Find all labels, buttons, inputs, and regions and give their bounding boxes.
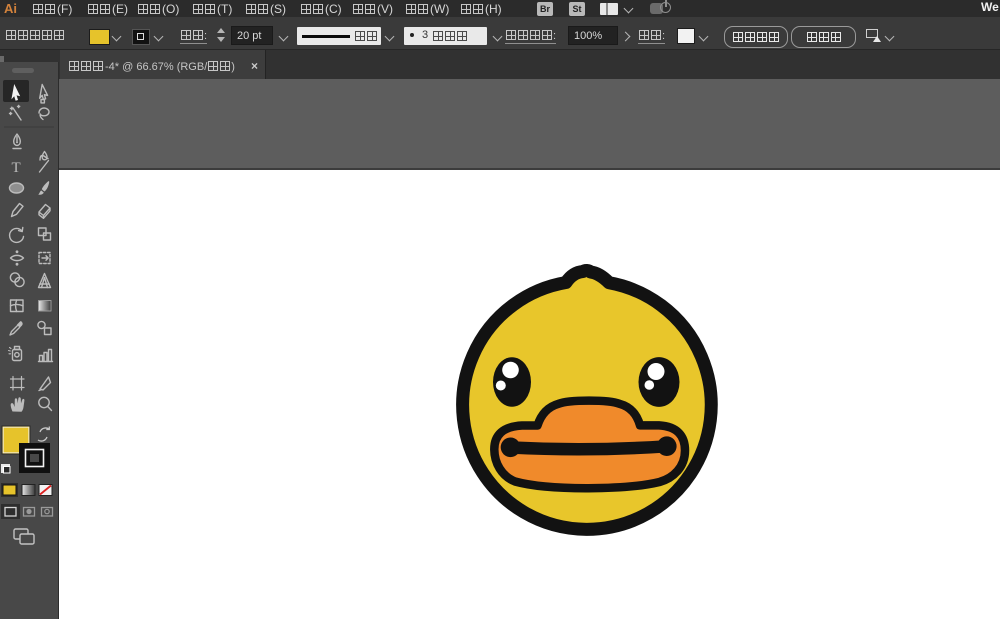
svg-text:T: T xyxy=(12,160,21,176)
